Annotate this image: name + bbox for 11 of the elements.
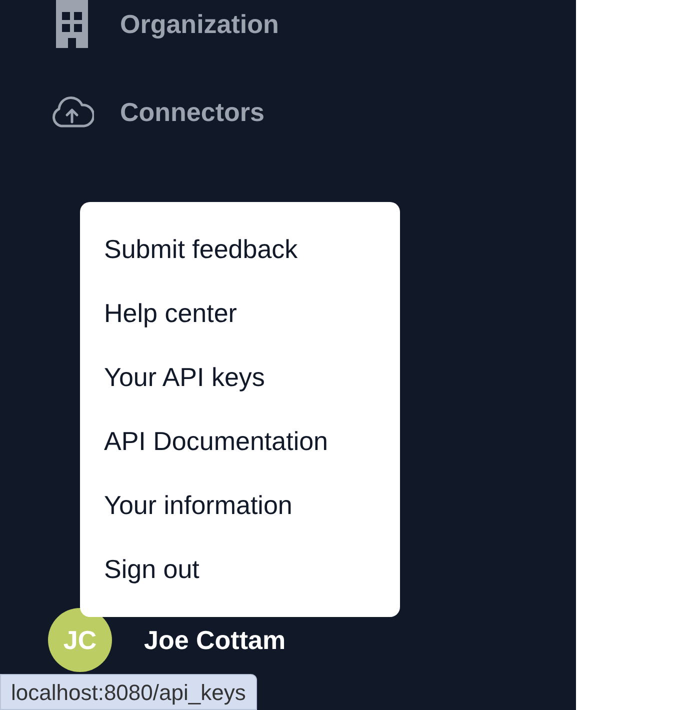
menu-item[interactable]: Your API keys (80, 346, 400, 410)
user-name: Joe Cottam (144, 624, 286, 656)
menu-item[interactable]: API Documentation (80, 409, 400, 474)
menu-item[interactable]: Help center (80, 282, 400, 346)
sidebar-item[interactable]: Connectors (0, 82, 576, 142)
sidebar-item[interactable]: Organization (0, 0, 576, 54)
menu-item[interactable]: Submit feedback (80, 218, 400, 282)
cloud-upload-icon (50, 95, 94, 129)
menu-item[interactable]: Sign out (80, 537, 400, 601)
menu-item[interactable]: Your information (80, 473, 400, 538)
status-bar-url: localhost:8080/api_keys (0, 674, 257, 710)
